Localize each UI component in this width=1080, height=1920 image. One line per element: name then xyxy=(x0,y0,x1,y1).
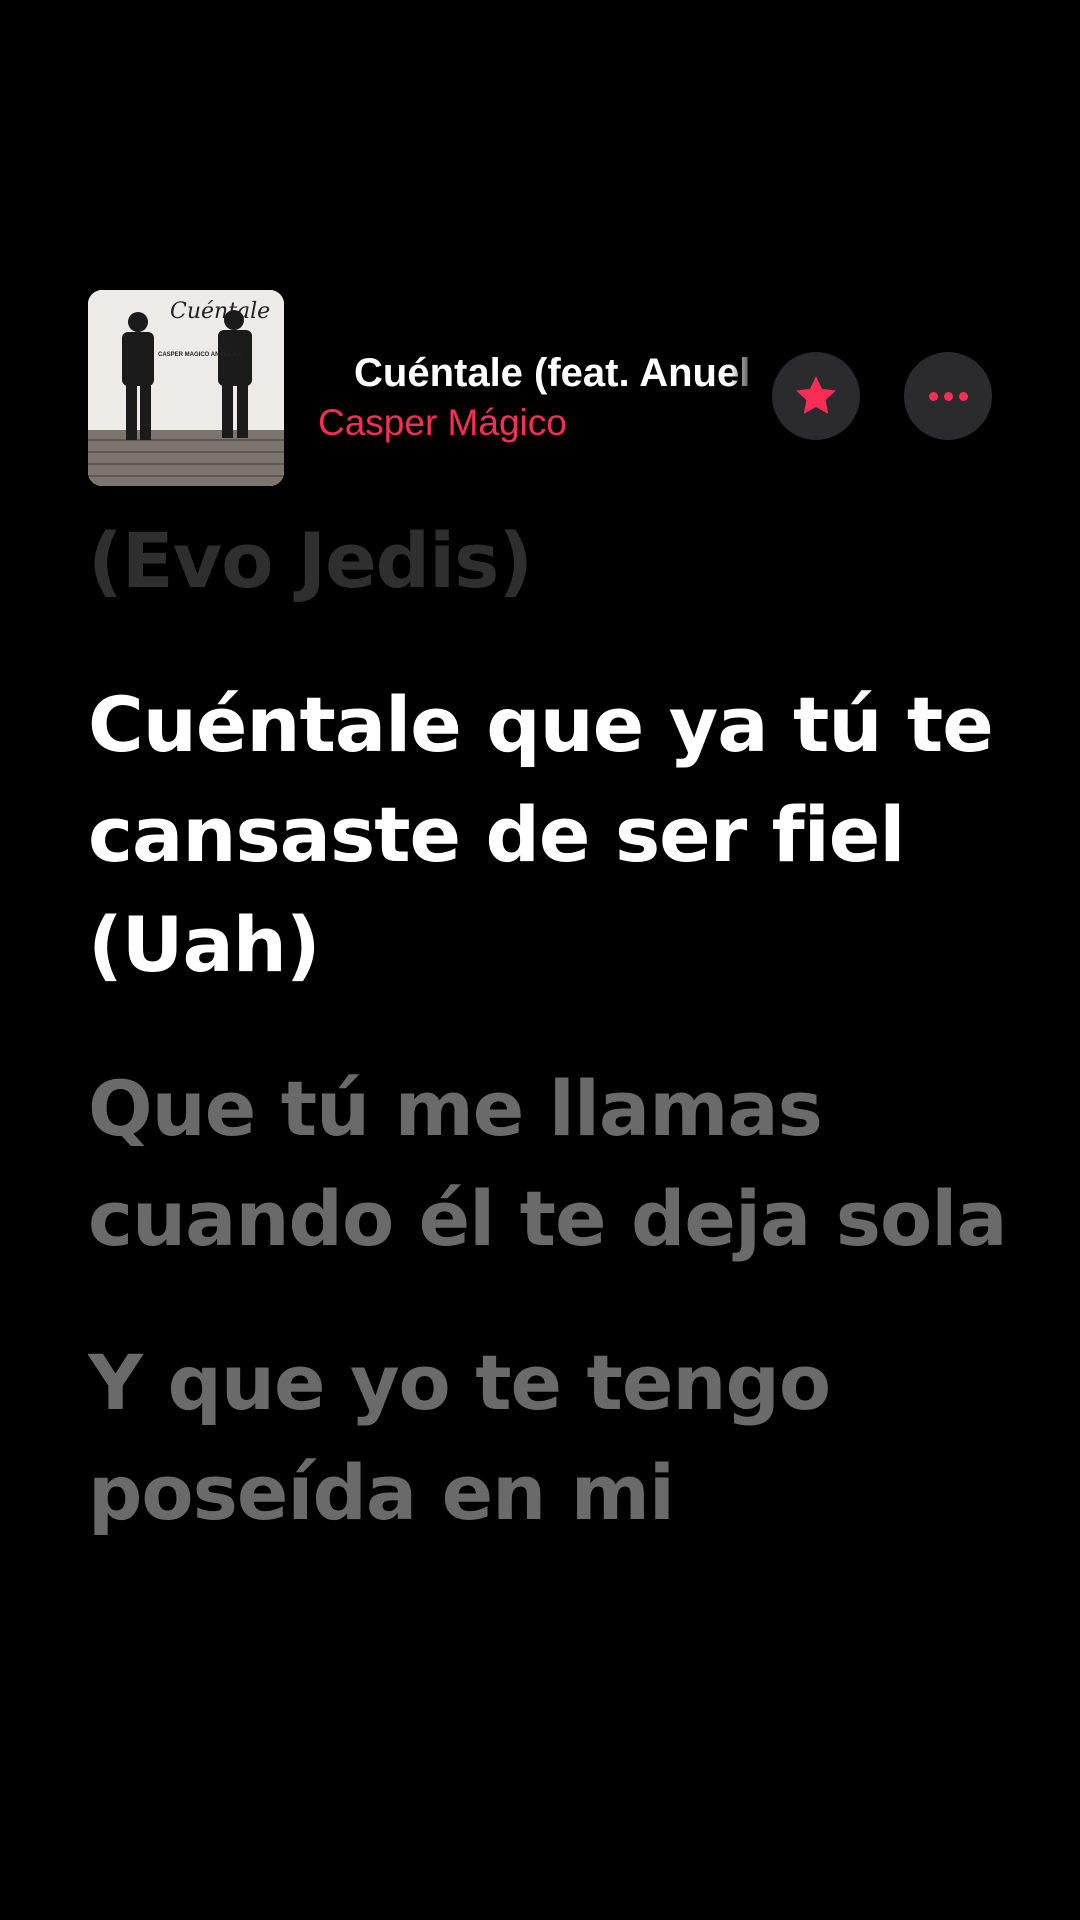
song-title: Cuéntale (feat. Anuel AA) xyxy=(354,351,760,395)
artwork-credit: CASPER MAGICO ANUEL AA xyxy=(158,352,242,358)
favorite-button[interactable] xyxy=(772,352,860,440)
artist-name[interactable]: Casper Mágico xyxy=(318,400,567,446)
lyric-line-next[interactable]: Que tú me llamas cuando él te deja sola xyxy=(88,1054,1008,1274)
lyric-line-next[interactable]: Y que yo te tengo poseída en mi xyxy=(88,1328,1008,1548)
album-artwork-image: Cuéntale CASPER MAGICO ANUEL AA xyxy=(88,290,284,486)
artwork-title: Cuéntale xyxy=(170,299,270,324)
title-fade xyxy=(730,348,760,404)
lyric-line-previous[interactable]: (Evo Jedis) xyxy=(88,506,1008,616)
star-icon xyxy=(796,376,836,414)
more-options-button[interactable] xyxy=(904,352,992,440)
now-playing-header: Cuéntale CASPER MAGICO ANUEL AA Cuéntale… xyxy=(0,286,1080,486)
lyrics-view[interactable]: (Evo Jedis) Cuéntale que ya tú te cansas… xyxy=(88,506,1008,1676)
track-info[interactable]: Cuéntale (feat. Anuel AA) Casper Mágico xyxy=(318,348,760,458)
lyric-line-current[interactable]: Cuéntale que ya tú te cansaste de ser fi… xyxy=(88,670,1008,1000)
album-artwork[interactable]: Cuéntale CASPER MAGICO ANUEL AA xyxy=(88,290,284,486)
ellipsis-icon xyxy=(928,391,968,401)
